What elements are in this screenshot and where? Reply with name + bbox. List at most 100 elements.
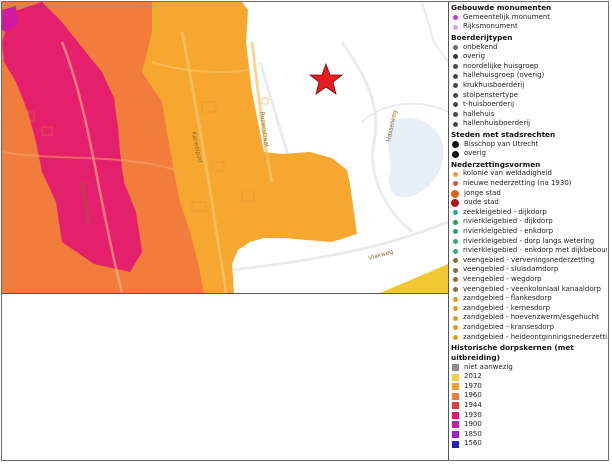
- legend-item[interactable]: nieuwe nederzetting (na 1930): [451, 179, 607, 189]
- legend-swatch: [452, 383, 459, 391]
- legend-group-title: Boerderijtypen: [451, 32, 513, 42]
- legend-item[interactable]: zandgebied - kransesdorp: [451, 323, 607, 333]
- legend-item[interactable]: jonge stad: [451, 189, 607, 199]
- legend-item-label: nieuwe nederzetting (na 1930): [463, 179, 572, 188]
- legend-item-label: zandgebied - flankesdorp: [463, 294, 552, 303]
- legend-item-label: oude stad: [464, 198, 499, 207]
- legend-item[interactable]: 1960: [451, 391, 607, 401]
- legend-group-title: Gebouwde monumenten: [451, 3, 552, 12]
- legend-symbol: [453, 181, 458, 187]
- legend-item[interactable]: rivierkleigebied - enkdorp met dijkbebou…: [451, 246, 607, 256]
- legend-item-label: zeekleigebied - dijkdorp: [463, 207, 547, 216]
- legend-item[interactable]: 1900: [451, 420, 607, 430]
- legend-item-label: kolonie van weldadigheid: [463, 169, 552, 178]
- legend-item[interactable]: kolonie van weldadigheid: [451, 169, 607, 180]
- legend-item[interactable]: noordelijke huisgroep: [451, 62, 607, 72]
- legend-symbol: [451, 199, 459, 208]
- legend-item[interactable]: veengebied - wegdorp: [451, 275, 607, 285]
- legend-item[interactable]: rivierkleigebied - enkdorp: [451, 227, 607, 237]
- legend-symbol: [453, 334, 458, 340]
- panel-divider: [448, 2, 449, 460]
- legend-symbol: [453, 64, 458, 70]
- legend-item[interactable]: t-huisboerderij: [451, 100, 607, 110]
- legend-item[interactable]: overig: [451, 149, 607, 159]
- legend-item-label: Rijksmonument: [463, 22, 518, 31]
- legend-symbol: [453, 229, 458, 235]
- legend-item[interactable]: 1944: [451, 401, 607, 411]
- legend-symbol: [453, 73, 458, 79]
- legend-item[interactable]: rivierkleigebied - dorp langs wetering: [451, 237, 607, 247]
- legend-item[interactable]: veengebied - verveningsnederzetting: [451, 256, 607, 266]
- legend-symbol: [453, 15, 458, 20]
- legend-item-label: 1560: [464, 439, 482, 448]
- legend-item[interactable]: hallehuis: [451, 110, 607, 120]
- map-canvas[interactable]: Bosschenhoek Kaneelpad Hasselweg Vlakweg…: [2, 2, 448, 293]
- legend-item-label: krukhuisboerderij: [463, 80, 525, 89]
- legend-symbol: [453, 286, 458, 292]
- legend-item[interactable]: oude stad: [451, 198, 607, 208]
- legend-item[interactable]: onbekend: [451, 43, 607, 53]
- legend-item[interactable]: zandgebied - kernesdorp: [451, 304, 607, 314]
- legend-swatch: [452, 373, 459, 381]
- legend-item-label: 1930: [464, 410, 482, 419]
- legend-swatch: [452, 411, 459, 419]
- legend-item[interactable]: niet aanwezig: [451, 363, 607, 373]
- legend-symbol: [453, 210, 458, 216]
- legend-swatch: [452, 440, 459, 448]
- legend-symbol: [453, 102, 458, 108]
- legend-item-label: hallehuis: [463, 109, 495, 118]
- legend-item-label: t-huisboerderij: [463, 100, 515, 109]
- legend-item[interactable]: 1970: [451, 382, 607, 392]
- legend-item-label: 1970: [464, 381, 482, 390]
- legend-symbol: [453, 258, 458, 264]
- legend-item[interactable]: veengebied - veenkoloniaal kanaaldorp: [451, 285, 607, 295]
- legend-item-label: Bisschop van Utrecht: [464, 139, 539, 148]
- legend-item-label: 1960: [464, 391, 482, 400]
- legend-symbol: [453, 112, 458, 118]
- legend-symbol: [451, 189, 459, 198]
- legend-item[interactable]: Bisschop van Utrecht: [451, 140, 607, 150]
- legend-swatch: [452, 431, 459, 439]
- legend-item[interactable]: hallenhuisboerderij: [451, 119, 607, 129]
- legend-item-label: jonge stad: [464, 188, 501, 197]
- legend-item[interactable]: rivierkleigebied - dijkdorp: [451, 217, 607, 228]
- legend-item[interactable]: 1850: [451, 430, 607, 440]
- legend-item[interactable]: zandgebied - heideontginningsnederzettin…: [451, 333, 607, 343]
- legend-item[interactable]: zandgebied - hoevenzwerm/esgehucht: [451, 313, 607, 323]
- legend-item[interactable]: hallehuisgroep (overig): [451, 71, 607, 81]
- legend-item[interactable]: Rijksmonument: [451, 22, 607, 32]
- legend-item[interactable]: 1930: [451, 411, 607, 421]
- legend-item[interactable]: krukhuisboerderij: [451, 81, 607, 91]
- legend-item[interactable]: veengebied - sluisdamdorp: [451, 265, 607, 275]
- legend-symbol: [453, 267, 458, 273]
- legend-symbol: [453, 315, 458, 321]
- legend-item-label: veengebied - verveningsnederzetting: [463, 255, 595, 264]
- legend-item-label: hallehuisgroep (overig): [463, 71, 545, 80]
- legend-item-label: zandgebied - kransesdorp: [463, 322, 555, 331]
- legend-item[interactable]: 1560: [451, 439, 607, 449]
- legend-item-label: noordelijke huisgroep: [463, 61, 539, 70]
- legend-symbol: [453, 248, 458, 254]
- legend-item-label: niet aanwezig: [464, 362, 513, 371]
- legend-item[interactable]: zandgebied - flankesdorp: [451, 294, 607, 304]
- legend-item-label: veengebied - wegdorp: [463, 275, 542, 284]
- legend-symbol: [453, 44, 458, 50]
- legend-item-label: zandgebied - kernesdorp: [463, 303, 551, 312]
- legend-swatch: [452, 363, 459, 371]
- legend-symbol: [453, 219, 458, 225]
- legend-symbol: [453, 83, 458, 89]
- legend-symbol: [453, 171, 458, 177]
- legend-item[interactable]: zeekleigebied - dijkdorp: [451, 208, 607, 218]
- legend-item-label: rivierkleigebied - enkdorp met dijkbebou…: [463, 246, 607, 255]
- legend-item-label: 1850: [464, 429, 482, 438]
- legend-item[interactable]: stolpenstertype: [451, 91, 607, 101]
- legend-item[interactable]: Gemeentelijk monument: [451, 13, 607, 23]
- legend-item-label: veengebied - veenkoloniaal kanaaldorp: [463, 284, 601, 293]
- legend-item[interactable]: overig: [451, 52, 607, 62]
- map-view[interactable]: Bosschenhoek Kaneelpad Hasselweg Vlakweg…: [2, 2, 449, 294]
- legend-swatch: [452, 402, 459, 410]
- legend-symbol: [453, 306, 458, 312]
- legend-item[interactable]: 2012: [451, 372, 607, 382]
- legend-item-label: rivierkleigebied - enkdorp: [463, 227, 554, 236]
- legend-item-label: Gemeentelijk monument: [463, 12, 551, 21]
